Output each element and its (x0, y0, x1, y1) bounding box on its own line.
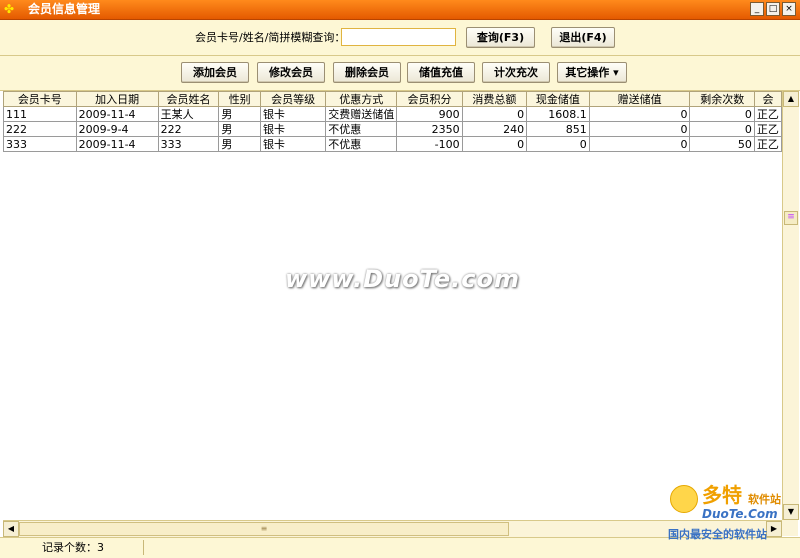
column-header-remaining-count[interactable]: 剩余次数 (689, 91, 755, 107)
column-header-card-no[interactable]: 会员卡号 (3, 91, 77, 107)
watermark-text: www.DuoTe.com (285, 265, 520, 293)
column-header-join-date[interactable]: 加入日期 (75, 91, 159, 107)
table-header-row: 会员卡号 加入日期 会员姓名 性别 会员等级 优惠方式 会员积分 消费总额 现金… (3, 91, 782, 107)
cell-name: 222 (157, 121, 220, 137)
logo-title: 多特 (702, 483, 742, 507)
other-actions-dropdown[interactable]: 其它操作 ▾ (557, 62, 627, 83)
exit-button[interactable]: 退出(F4) (551, 27, 615, 48)
cell-join-date: 2009-11-4 (75, 106, 159, 122)
cell-name: 333 (157, 136, 220, 152)
vertical-scrollbar[interactable]: ▲ ≡ ▼ (782, 91, 799, 520)
horizontal-scroll-thumb[interactable]: ≡ (19, 522, 509, 536)
cell-bonus-balance: 0 (588, 136, 691, 152)
column-header-bonus-balance[interactable]: 赠送储值 (588, 91, 691, 107)
column-header-cash-balance[interactable]: 现金储值 (526, 91, 590, 107)
cell-name: 王某人 (157, 106, 220, 122)
cell-cash-balance: 0 (526, 136, 590, 152)
cell-level: 银卡 (259, 121, 327, 137)
cell-gender: 男 (218, 136, 261, 152)
member-table: 会员卡号 加入日期 会员姓名 性别 会员等级 优惠方式 会员积分 消费总额 现金… (3, 91, 782, 152)
cell-discount: 不优惠 (325, 136, 398, 152)
table-row[interactable]: 333 2009-11-4 333 男 银卡 不优惠 -100 0 0 0 50… (3, 136, 782, 152)
action-toolbar: 添加会员 修改会员 删除会员 储值充值 计次充次 其它操作 ▾ (0, 56, 800, 91)
search-label: 会员卡号/姓名/简拼模糊查询： (195, 31, 346, 44)
query-button[interactable]: 查询(F3) (466, 27, 535, 48)
cell-level: 银卡 (259, 106, 327, 122)
logo-subtitle: 软件站 (748, 493, 781, 506)
column-header-truncated[interactable]: 会 (753, 91, 782, 107)
recharge-button[interactable]: 储值充值 (407, 62, 475, 83)
member-grid[interactable]: 会员卡号 加入日期 会员姓名 性别 会员等级 优惠方式 会员积分 消费总额 现金… (3, 91, 782, 520)
cell-bonus-balance: 0 (588, 106, 691, 122)
window-title: 会员信息管理 (28, 2, 101, 16)
minimize-button[interactable]: _ (750, 2, 764, 16)
table-row[interactable]: 111 2009-11-4 王某人 男 银卡 交费赠送储值 900 0 1608… (3, 106, 782, 122)
cell-join-date: 2009-9-4 (75, 121, 159, 137)
site-logo: 多特 软件站 DuoTe.Com 国内最安全的软件站 (668, 483, 798, 541)
scroll-up-icon[interactable]: ▲ (783, 91, 799, 107)
column-header-points[interactable]: 会员积分 (396, 91, 463, 107)
cell-total-spent: 240 (461, 121, 528, 137)
close-button[interactable]: × (782, 2, 796, 16)
cell-truncated: 正乙 (753, 106, 782, 122)
title-bar: ✤ 会员信息管理 _ □ × (0, 0, 800, 20)
vertical-scroll-thumb[interactable]: ≡ (784, 211, 798, 225)
search-input[interactable] (341, 28, 456, 46)
horizontal-scrollbar[interactable]: ◀ ≡ ▶ (3, 520, 782, 537)
cell-card-no: 111 (3, 106, 77, 122)
column-header-gender[interactable]: 性别 (218, 91, 261, 107)
cell-points: 900 (396, 106, 463, 122)
cell-truncated: 正乙 (753, 136, 782, 152)
mascot-icon (670, 485, 698, 513)
table-row[interactable]: 222 2009-9-4 222 男 银卡 不优惠 2350 240 851 0… (3, 121, 782, 137)
cell-cash-balance: 851 (526, 121, 590, 137)
cell-join-date: 2009-11-4 (75, 136, 159, 152)
cell-points: 2350 (396, 121, 463, 137)
app-logo-icon: ✤ (4, 2, 15, 16)
cell-total-spent: 0 (461, 106, 528, 122)
logo-url: DuoTe.Com (702, 507, 778, 521)
cell-card-no: 333 (3, 136, 77, 152)
cell-discount: 不优惠 (325, 121, 398, 137)
cell-bonus-balance: 0 (588, 121, 691, 137)
cell-card-no: 222 (3, 121, 77, 137)
cell-truncated: 正乙 (753, 121, 782, 137)
column-header-name[interactable]: 会员姓名 (157, 91, 220, 107)
column-header-total-spent[interactable]: 消费总额 (461, 91, 528, 107)
cell-cash-balance: 1608.1 (526, 106, 590, 122)
column-header-level[interactable]: 会员等级 (259, 91, 327, 107)
cell-points: -100 (396, 136, 463, 152)
cell-total-spent: 0 (461, 136, 528, 152)
cell-discount: 交费赠送储值 (325, 106, 398, 122)
count-recharge-button[interactable]: 计次充次 (482, 62, 550, 83)
cell-remaining-count: 0 (689, 106, 755, 122)
edit-member-button[interactable]: 修改会员 (257, 62, 325, 83)
cell-remaining-count: 0 (689, 121, 755, 137)
logo-tagline: 国内最安全的软件站 (668, 528, 767, 541)
scroll-left-icon[interactable]: ◀ (3, 521, 19, 537)
cell-gender: 男 (218, 121, 261, 137)
delete-member-button[interactable]: 删除会员 (333, 62, 401, 83)
maximize-button[interactable]: □ (766, 2, 780, 16)
search-panel: 会员卡号/姓名/简拼模糊查询： 查询(F3) 退出(F4) (0, 20, 800, 56)
status-divider (143, 540, 144, 555)
cell-gender: 男 (218, 106, 261, 122)
cell-remaining-count: 50 (689, 136, 755, 152)
column-header-discount[interactable]: 优惠方式 (325, 91, 398, 107)
record-count: 记录个数：3 (42, 541, 104, 554)
cell-level: 银卡 (259, 136, 327, 152)
add-member-button[interactable]: 添加会员 (181, 62, 249, 83)
